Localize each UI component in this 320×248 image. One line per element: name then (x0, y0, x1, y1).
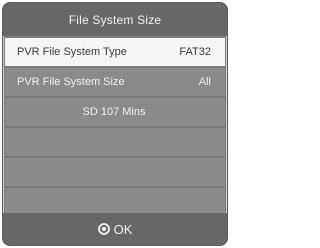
row-value: All (198, 76, 211, 88)
row-label: PVR File System Type (17, 46, 127, 58)
empty-row (5, 188, 225, 216)
file-system-size-dialog: File System Size PVR File System Type FA… (2, 2, 228, 246)
ok-circle-icon (97, 223, 110, 235)
row-value: FAT32 (179, 46, 211, 58)
dialog-title: File System Size (3, 3, 227, 36)
recording-time-info: SD 107 Mins (5, 98, 225, 126)
ok-button[interactable]: OK (3, 213, 227, 245)
empty-row (5, 158, 225, 186)
row-pvr-file-system-size[interactable]: PVR File System Size All (5, 68, 225, 96)
row-label: PVR File System Size (17, 76, 125, 88)
empty-row (5, 128, 225, 156)
ok-label: OK (113, 221, 133, 237)
row-pvr-file-system-type[interactable]: PVR File System Type FAT32 (5, 38, 225, 66)
info-text: SD 107 Mins (82, 106, 146, 118)
